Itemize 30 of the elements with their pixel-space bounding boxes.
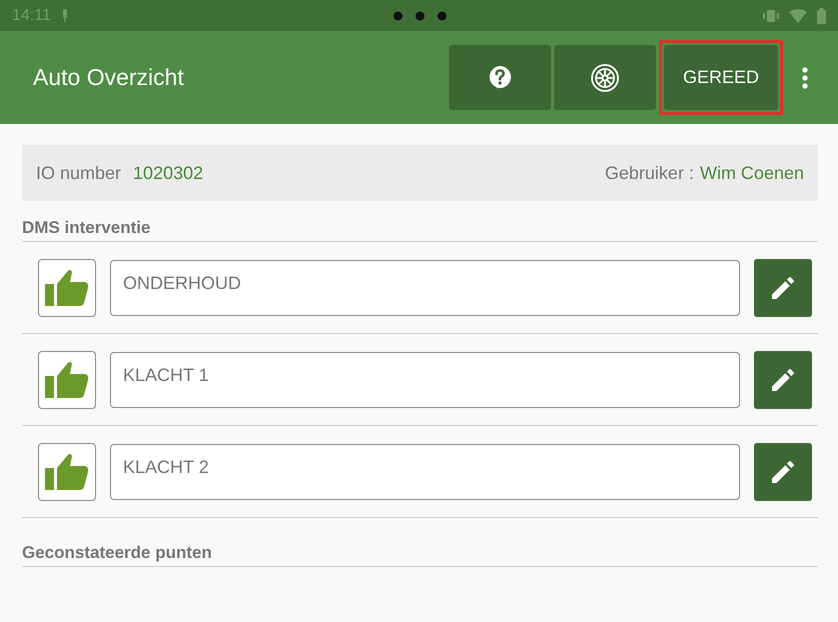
user-name: Wim Coenen [700,162,804,184]
section-heading: Geconstateerde punten [22,518,818,567]
io-label: IO number [36,162,122,184]
approve-button[interactable] [38,350,96,408]
tire-button[interactable] [554,45,656,110]
user-label: Gebruiker : [604,162,694,184]
edit-button[interactable] [754,258,812,316]
done-button[interactable]: GEREED [664,45,778,110]
pencil-icon [772,276,794,298]
more-icon[interactable] [802,66,808,88]
pencil-icon [772,368,794,390]
app-title: Auto Overzicht [33,64,184,91]
microphone-icon [60,8,69,22]
edit-button[interactable] [754,442,812,500]
tire-icon [590,62,620,92]
approve-button[interactable] [38,442,96,500]
io-number: 1020302 [133,162,204,184]
battery-icon [817,8,826,24]
camera-dots-icon [393,11,447,21]
vibrate-icon [763,10,779,22]
intervention-field[interactable]: KLACHT 2 [110,444,740,500]
pencil-icon [772,460,794,482]
intervention-field[interactable]: ONDERHOUD [110,260,740,316]
help-button[interactable] [449,45,551,110]
wifi-icon [789,8,807,22]
edit-button[interactable] [754,350,812,408]
approve-button[interactable] [38,258,96,316]
help-icon [488,64,512,90]
intervention-field[interactable]: KLACHT 1 [110,352,740,408]
section-heading: DMS interventie [22,201,818,242]
